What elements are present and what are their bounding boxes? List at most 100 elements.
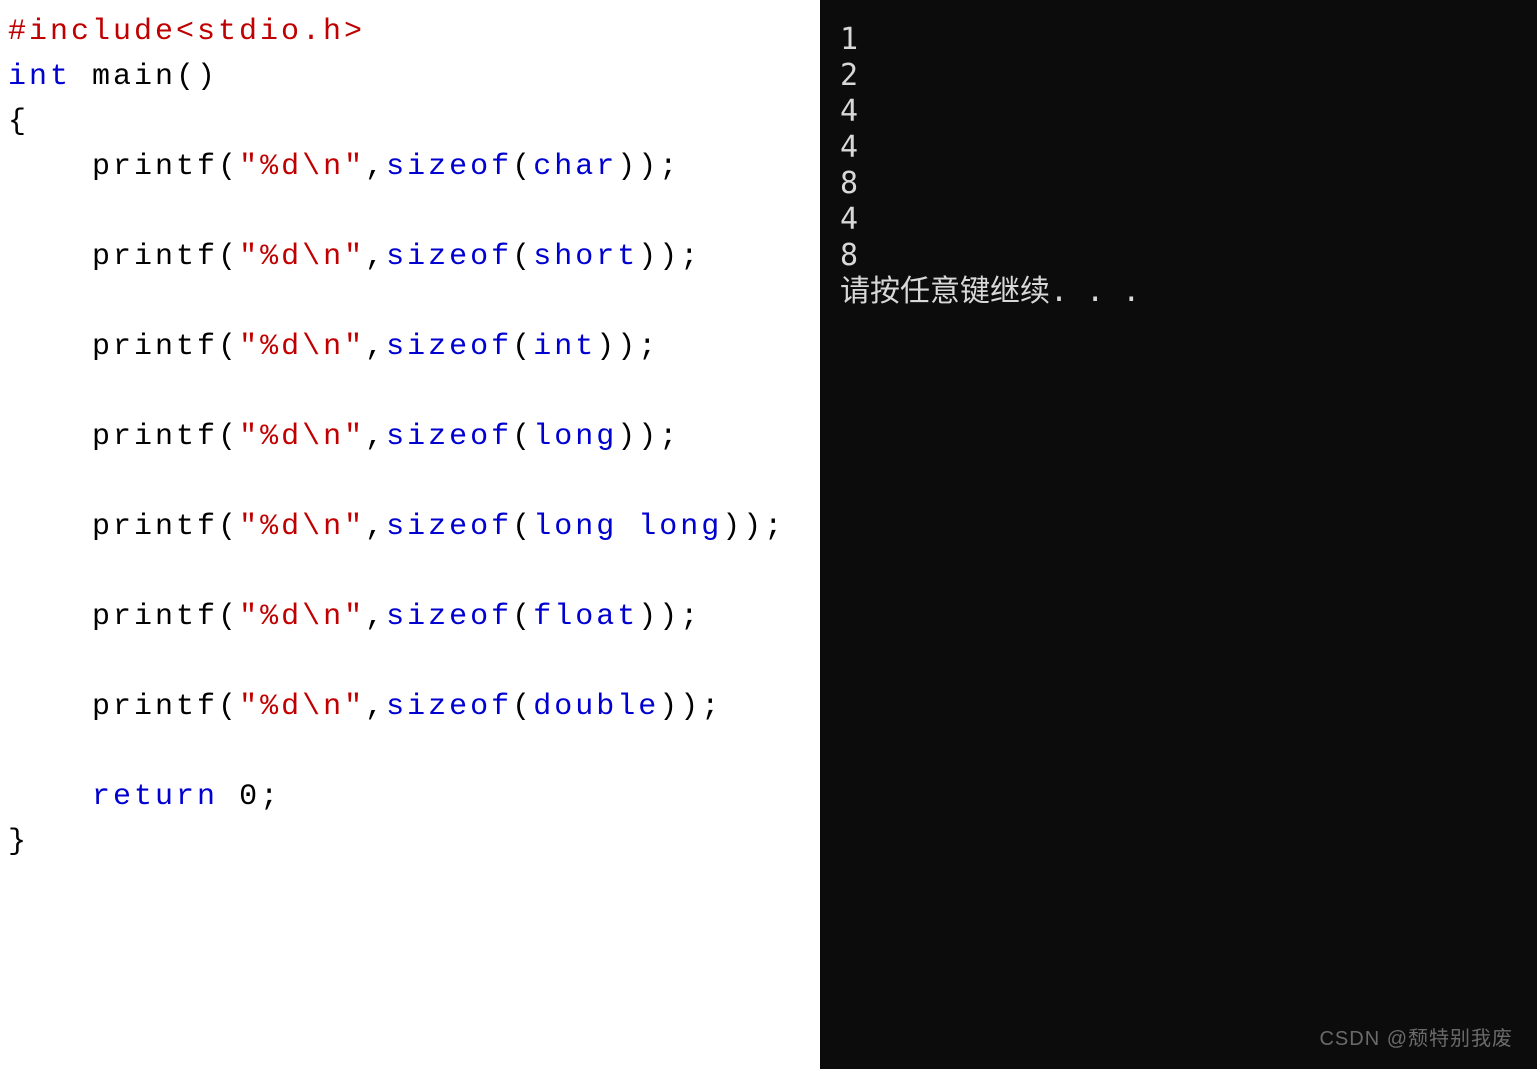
string-close: ": [344, 690, 365, 724]
string-escape: \n: [302, 150, 344, 184]
string-escape: \n: [302, 420, 344, 454]
output-line: 8: [840, 238, 858, 273]
string-open: ": [239, 330, 260, 364]
comma: ,: [365, 690, 386, 724]
call-printf: printf: [92, 330, 218, 364]
lparen: (: [218, 150, 239, 184]
string-close: ": [344, 420, 365, 454]
rparen: ): [638, 600, 659, 634]
string-fmt: %d: [260, 330, 302, 364]
string-fmt: %d: [260, 690, 302, 724]
keyword-int: int: [8, 60, 71, 94]
string-open: ": [239, 150, 260, 184]
type-int: int: [533, 330, 596, 364]
rparen: ): [680, 690, 701, 724]
string-fmt: %d: [260, 240, 302, 274]
rparen: ): [617, 330, 638, 364]
include-header: <stdio.h>: [176, 15, 365, 49]
semicolon: ;: [638, 330, 659, 364]
lparen: (: [512, 240, 533, 274]
lparen: (: [512, 510, 533, 544]
string-escape: \n: [302, 240, 344, 274]
lparen: (: [218, 510, 239, 544]
string-close: ": [344, 330, 365, 364]
string-fmt: %d: [260, 150, 302, 184]
rparen: ): [659, 240, 680, 274]
output-line: 4: [840, 94, 858, 129]
call-printf: printf: [92, 690, 218, 724]
brace-open: {: [8, 105, 29, 139]
output-line: 4: [840, 202, 858, 237]
string-open: ": [239, 690, 260, 724]
output-line: 2: [840, 58, 858, 93]
parens: (): [176, 60, 218, 94]
string-close: ": [344, 240, 365, 274]
semicolon: ;: [701, 690, 722, 724]
rparen: ): [596, 330, 617, 364]
semicolon: ;: [764, 510, 785, 544]
rparen: ): [638, 150, 659, 184]
output-line: 4: [840, 130, 858, 165]
watermark: CSDN @颓特别我废: [1319, 1027, 1513, 1051]
keyword-sizeof: sizeof: [386, 330, 512, 364]
comma: ,: [365, 600, 386, 634]
string-escape: \n: [302, 690, 344, 724]
call-printf: printf: [92, 510, 218, 544]
literal-zero: 0: [239, 780, 260, 814]
keyword-sizeof: sizeof: [386, 510, 512, 544]
semicolon: ;: [680, 240, 701, 274]
lparen: (: [512, 150, 533, 184]
type-long-long: long long: [533, 510, 722, 544]
call-printf: printf: [92, 420, 218, 454]
type-char: char: [533, 150, 617, 184]
output-line: 8: [840, 166, 858, 201]
lparen: (: [218, 240, 239, 274]
semicolon: ;: [659, 420, 680, 454]
rparen: ): [659, 600, 680, 634]
type-double: double: [533, 690, 659, 724]
string-escape: \n: [302, 330, 344, 364]
string-open: ": [239, 600, 260, 634]
keyword-return: return: [92, 780, 218, 814]
string-close: ": [344, 150, 365, 184]
preprocessor-include: #include: [8, 15, 176, 49]
string-fmt: %d: [260, 600, 302, 634]
press-any-key-prompt: 请按任意键继续. . .: [840, 274, 1140, 309]
lparen: (: [512, 420, 533, 454]
rparen: ): [659, 690, 680, 724]
call-printf: printf: [92, 240, 218, 274]
rparen: ): [638, 240, 659, 274]
comma: ,: [365, 510, 386, 544]
semicolon: ;: [680, 600, 701, 634]
string-close: ": [344, 510, 365, 544]
lparen: (: [218, 330, 239, 364]
string-fmt: %d: [260, 510, 302, 544]
keyword-sizeof: sizeof: [386, 600, 512, 634]
rparen: ): [617, 420, 638, 454]
keyword-sizeof: sizeof: [386, 420, 512, 454]
type-float: float: [533, 600, 638, 634]
keyword-sizeof: sizeof: [386, 690, 512, 724]
semicolon: ;: [659, 150, 680, 184]
comma: ,: [365, 240, 386, 274]
string-open: ": [239, 240, 260, 274]
rparen: ): [743, 510, 764, 544]
keyword-sizeof: sizeof: [386, 150, 512, 184]
keyword-sizeof: sizeof: [386, 240, 512, 274]
string-escape: \n: [302, 600, 344, 634]
string-fmt: %d: [260, 420, 302, 454]
semicolon: ;: [260, 780, 281, 814]
lparen: (: [512, 690, 533, 724]
call-printf: printf: [92, 150, 218, 184]
output-line: 1: [840, 22, 858, 57]
rparen: ): [638, 420, 659, 454]
string-open: ": [239, 510, 260, 544]
lparen: (: [512, 600, 533, 634]
rparen: ): [722, 510, 743, 544]
comma: ,: [365, 420, 386, 454]
string-escape: \n: [302, 510, 344, 544]
code-editor: #include<stdio.h> int main() { printf("%…: [0, 0, 820, 1069]
console-output: 1 2 4 4 8 4 8 请按任意键继续. . . CSDN @颓特别我废: [820, 0, 1537, 1069]
brace-close: }: [8, 825, 29, 859]
lparen: (: [218, 690, 239, 724]
